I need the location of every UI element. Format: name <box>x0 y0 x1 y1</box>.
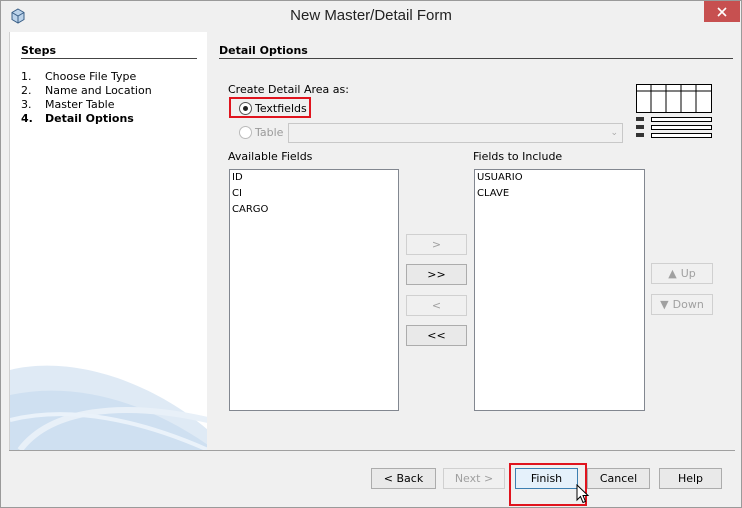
help-button[interactable]: Help <box>659 468 722 489</box>
close-icon <box>717 6 727 17</box>
add-all-fields-button[interactable]: >> <box>406 264 467 285</box>
list-item[interactable]: CI <box>232 188 242 199</box>
textfields-radio-label[interactable]: Textfields <box>255 102 307 115</box>
step-label: Detail Options <box>45 112 134 125</box>
textfields-radio[interactable] <box>239 102 252 115</box>
list-item[interactable]: CLAVE <box>477 188 509 199</box>
content-divider <box>219 58 733 59</box>
decorative-swoosh-watermark <box>10 365 207 450</box>
step-number: 4. <box>21 112 33 125</box>
chevron-down-icon: ⌄ <box>610 128 618 138</box>
list-item[interactable]: ID <box>232 172 243 183</box>
footer-divider <box>9 450 735 451</box>
back-button[interactable]: < Back <box>371 468 436 489</box>
step-label: Name and Location <box>45 84 152 97</box>
arrow-up-icon: ▲ <box>668 267 677 280</box>
content-title: Detail Options <box>219 44 308 57</box>
steps-title: Steps <box>21 44 57 57</box>
window-title: New Master/Detail Form <box>290 7 452 24</box>
table-radio-label[interactable]: Table <box>255 126 283 139</box>
move-up-button[interactable]: ▲ Up <box>651 263 713 284</box>
available-fields-list[interactable]: ID CI CARGO <box>229 169 399 411</box>
mouse-cursor-icon <box>576 484 590 504</box>
table-radio[interactable] <box>239 126 252 139</box>
detail-layout-preview-icon <box>636 84 712 138</box>
steps-panel: Steps 1. Choose File Type 2. Name and Lo… <box>9 32 207 450</box>
arrow-down-icon: ▼ <box>660 298 669 311</box>
title-bar: New Master/Detail Form <box>1 1 741 32</box>
cancel-button[interactable]: Cancel <box>587 468 650 489</box>
move-up-label: Up <box>680 267 696 280</box>
step-number: 2. <box>21 84 32 97</box>
steps-divider <box>21 58 197 59</box>
content-panel: Detail Options Create Detail Area as: Te… <box>207 32 735 450</box>
fields-to-include-label: Fields to Include <box>473 150 563 163</box>
move-down-button[interactable]: ▼ Down <box>651 294 713 315</box>
close-button[interactable] <box>704 1 740 22</box>
step-number: 1. <box>21 70 32 83</box>
next-button[interactable]: Next > <box>443 468 505 489</box>
remove-field-button[interactable]: < <box>406 295 467 316</box>
dialog-window: New Master/Detail Form Steps 1. Choose F… <box>0 0 742 508</box>
step-label: Master Table <box>45 98 115 111</box>
add-field-button[interactable]: > <box>406 234 467 255</box>
step-number: 3. <box>21 98 32 111</box>
create-detail-label: Create Detail Area as: <box>228 83 349 96</box>
available-fields-label: Available Fields <box>228 150 313 163</box>
fields-to-include-list[interactable]: USUARIO CLAVE <box>474 169 645 411</box>
move-down-label: Down <box>672 298 704 311</box>
step-label: Choose File Type <box>45 70 137 83</box>
list-item[interactable]: USUARIO <box>477 172 523 183</box>
table-style-dropdown[interactable]: ⌄ <box>288 123 623 143</box>
remove-all-fields-button[interactable]: << <box>406 325 467 346</box>
list-item[interactable]: CARGO <box>232 204 268 215</box>
finish-button[interactable]: Finish <box>515 468 578 489</box>
